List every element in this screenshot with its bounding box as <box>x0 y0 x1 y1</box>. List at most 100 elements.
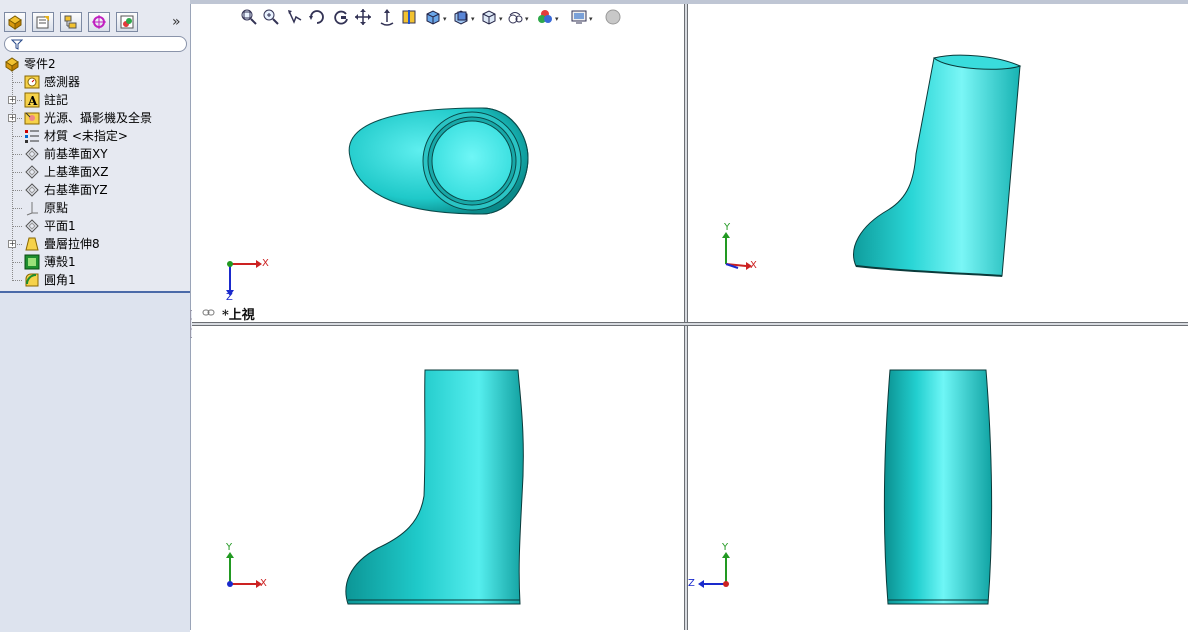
tree-expand-toggle[interactable]: + <box>8 96 16 104</box>
zoom-to-fit-button[interactable] <box>240 8 258 26</box>
annotation-icon: A <box>24 92 40 108</box>
view-orientation-button[interactable] <box>424 8 442 26</box>
panel-tab-bar: » <box>0 8 190 34</box>
pan-button[interactable] <box>354 8 372 26</box>
tree-connector <box>12 172 22 173</box>
display-manager-tab[interactable] <box>116 12 138 32</box>
dimxpert-icon <box>92 15 106 29</box>
axis-z-label: Z <box>226 292 233 303</box>
edit-appearance-button[interactable] <box>506 8 524 26</box>
roll-icon <box>380 9 394 26</box>
axis-y-label: Y <box>724 222 731 233</box>
dropdown-arrow-icon[interactable]: ▾ <box>471 15 475 23</box>
panel-empty-area <box>0 291 190 632</box>
axis-triad-right <box>698 552 730 588</box>
section-view-button[interactable] <box>400 8 418 26</box>
plane-icon <box>25 219 39 233</box>
rotate-button[interactable] <box>308 8 326 26</box>
part-icon <box>5 57 19 72</box>
previous-view-icon <box>288 10 302 24</box>
feature-manager-tab[interactable] <box>4 12 26 32</box>
filter-icon <box>11 39 23 50</box>
redraw-button[interactable] <box>332 8 350 26</box>
rotate-icon <box>309 10 324 24</box>
tree-connector <box>12 280 22 281</box>
viewport-top-view[interactable]: X Z *上視 ▾ ▾ ▾ ▾ ▾ ▾ <box>192 4 684 322</box>
tree-root-label: 零件2 <box>24 57 56 71</box>
plane-icon <box>25 183 39 197</box>
display-style-icon <box>454 10 468 25</box>
section-view-icon <box>402 10 416 24</box>
dropdown-arrow-icon[interactable]: ▾ <box>589 15 593 23</box>
tree-connector <box>12 226 22 227</box>
tree-connector <box>12 262 22 263</box>
tree-connector <box>12 190 22 191</box>
hide-show-button[interactable] <box>480 8 498 26</box>
viewport-front-view[interactable]: Y X <box>192 326 684 630</box>
svg-text:A: A <box>27 94 38 108</box>
realview-icon <box>605 9 621 25</box>
loft-icon <box>25 237 39 251</box>
viewport-splitter-vertical[interactable] <box>684 4 688 630</box>
tree-connector <box>12 208 22 209</box>
axis-triad-front <box>226 552 262 588</box>
display-manager-icon <box>120 15 134 29</box>
dropdown-arrow-icon[interactable]: ▾ <box>555 15 559 23</box>
axis-y-label: Y <box>722 542 729 553</box>
more-tabs-button[interactable]: » <box>172 14 181 30</box>
viewport-splitter-horizontal[interactable] <box>192 322 1188 326</box>
tree-item-label: 感測器 <box>44 75 81 89</box>
axis-triad-isometric <box>722 232 752 270</box>
feature-filter-input[interactable] <box>4 36 187 52</box>
property-manager-icon <box>36 16 49 29</box>
viewport-isometric[interactable]: Y X <box>688 4 1188 322</box>
axis-x-label: X <box>750 260 757 271</box>
apply-scene-icon <box>538 10 552 23</box>
zoom-area-button[interactable] <box>262 8 280 26</box>
dropdown-arrow-icon[interactable]: ▾ <box>499 15 503 23</box>
tree-item-label: 原點 <box>44 201 69 215</box>
apply-scene-button[interactable] <box>536 8 554 26</box>
previous-view-button[interactable] <box>286 8 304 26</box>
configuration-icon <box>64 15 77 29</box>
view-settings-button[interactable] <box>570 8 588 26</box>
zoom-to-fit-icon <box>241 9 257 25</box>
plane-icon <box>25 147 39 161</box>
model-right-view <box>883 369 993 605</box>
hide-show-icon <box>482 10 496 25</box>
roll-button[interactable] <box>378 8 396 26</box>
tree-item-label: 疊層拉伸8 <box>44 237 100 251</box>
pan-icon <box>355 9 371 25</box>
tree-expand-toggle[interactable]: + <box>8 240 16 248</box>
tree-item-label: 前基準面XY <box>44 147 108 161</box>
tree-item-label: 薄殼1 <box>44 255 76 269</box>
edit-appearance-icon <box>508 12 523 24</box>
tree-connector <box>12 136 22 137</box>
axis-y-label: Y <box>226 542 233 553</box>
view-settings-icon <box>571 10 587 24</box>
dropdown-arrow-icon[interactable]: ▾ <box>525 15 529 23</box>
sensor-icon <box>24 75 40 89</box>
viewport-right-view[interactable]: Y Z <box>688 326 1188 630</box>
tree-item-label: 圓角1 <box>44 273 76 287</box>
tree-item-label: 材質 <未指定> <box>44 129 128 143</box>
tree-item-label: 平面1 <box>44 219 76 233</box>
zoom-area-icon <box>263 9 279 25</box>
tree-item-label: 右基準面YZ <box>44 183 108 197</box>
axis-x-label: X <box>262 258 269 269</box>
material-icon <box>25 130 39 143</box>
fillet-icon <box>25 273 39 287</box>
axis-x-label: X <box>260 578 267 589</box>
lights-cameras-icon <box>24 112 40 125</box>
dropdown-arrow-icon[interactable]: ▾ <box>443 15 447 23</box>
realview-button[interactable] <box>604 8 622 26</box>
property-manager-tab[interactable] <box>32 12 54 32</box>
tree-item-label: 註記 <box>44 93 69 107</box>
tree-connector <box>12 154 22 155</box>
tree-expand-toggle[interactable]: + <box>8 114 16 122</box>
feature-tree-icon <box>8 15 22 30</box>
plane-icon <box>25 165 39 179</box>
display-style-button[interactable] <box>452 8 470 26</box>
dimxpert-tab[interactable] <box>88 12 110 32</box>
configuration-manager-tab[interactable] <box>60 12 82 32</box>
